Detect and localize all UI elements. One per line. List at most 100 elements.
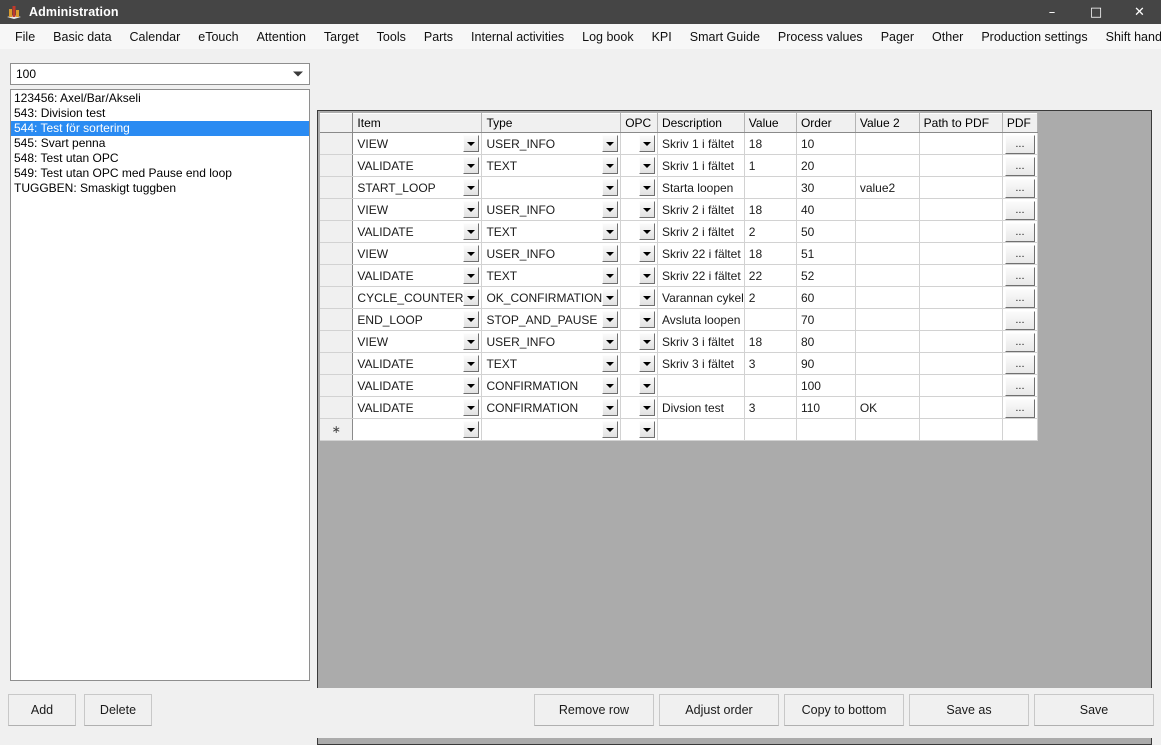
menu-item-pager[interactable]: Pager	[872, 25, 923, 49]
minimize-button[interactable]: –	[1030, 0, 1074, 24]
menu-item-other[interactable]: Other	[923, 25, 972, 49]
cell-value2[interactable]	[855, 132, 920, 155]
cell-value2[interactable]	[855, 308, 920, 331]
cell-opc[interactable]	[620, 330, 658, 353]
row-selector[interactable]	[320, 286, 354, 309]
menu-item-etouch[interactable]: eTouch	[189, 25, 247, 49]
cell-value2[interactable]	[855, 286, 920, 309]
list-item[interactable]: TUGGBEN: Smaskigt tuggben	[11, 181, 309, 196]
cell-item[interactable]: VALIDATE	[352, 154, 483, 177]
row-selector[interactable]	[320, 308, 354, 331]
chevron-down-icon[interactable]	[638, 223, 655, 240]
cell-path_to_pdf[interactable]	[919, 352, 1003, 375]
pdf-browse-button[interactable]: ...	[1004, 376, 1035, 396]
cell-pdf[interactable]: ...	[1002, 176, 1039, 199]
cell-item[interactable]: CYCLE_COUNTER	[352, 286, 483, 309]
adjust-order-button[interactable]: Adjust order	[659, 694, 779, 726]
new-cell-path_to_pdf[interactable]	[919, 418, 1003, 441]
chevron-down-icon[interactable]	[602, 311, 619, 328]
table-row[interactable]: VIEW USER_INFO Skriv 2 i fältet 18 40...	[320, 198, 1039, 221]
chevron-down-icon[interactable]	[638, 179, 655, 196]
row-selector[interactable]	[320, 396, 354, 419]
cell-path_to_pdf[interactable]	[919, 176, 1003, 199]
column-header-description[interactable]: Description	[657, 113, 745, 133]
chevron-down-icon[interactable]	[638, 289, 655, 306]
cell-item[interactable]: VALIDATE	[352, 352, 483, 375]
cell-order[interactable]: 51	[796, 242, 856, 265]
chevron-down-icon[interactable]	[463, 399, 480, 416]
cell-path_to_pdf[interactable]	[919, 154, 1003, 177]
list-item[interactable]: 543: Division test	[11, 106, 309, 121]
cell-opc[interactable]	[620, 374, 658, 397]
menu-item-tools[interactable]: Tools	[368, 25, 415, 49]
cell-description[interactable]: Skriv 1 i fältet	[657, 154, 745, 177]
cell-path_to_pdf[interactable]	[919, 308, 1003, 331]
cell-path_to_pdf[interactable]	[919, 220, 1003, 243]
cell-opc[interactable]	[620, 264, 658, 287]
cell-item[interactable]: START_LOOP	[352, 176, 483, 199]
pdf-browse-button[interactable]: ...	[1004, 332, 1035, 352]
chevron-down-icon[interactable]	[463, 245, 480, 262]
new-cell-item[interactable]	[352, 418, 483, 441]
chevron-down-icon[interactable]	[463, 289, 480, 306]
cell-description[interactable]: Skriv 3 i fältet	[657, 352, 745, 375]
chevron-down-icon[interactable]	[602, 399, 619, 416]
cell-description[interactable]	[657, 374, 745, 397]
cell-opc[interactable]	[620, 308, 658, 331]
chevron-down-icon[interactable]	[638, 377, 655, 394]
cell-value[interactable]: 18	[744, 242, 797, 265]
chevron-down-icon[interactable]	[602, 179, 619, 196]
chevron-down-icon[interactable]	[463, 223, 480, 240]
menu-item-kpi[interactable]: KPI	[643, 25, 681, 49]
cell-pdf[interactable]: ...	[1002, 374, 1039, 397]
cell-value2[interactable]	[855, 154, 920, 177]
cell-description[interactable]: Skriv 3 i fältet	[657, 330, 745, 353]
cell-path_to_pdf[interactable]	[919, 374, 1003, 397]
row-selector[interactable]	[320, 264, 354, 287]
cell-path_to_pdf[interactable]	[919, 132, 1003, 155]
pdf-browse-button[interactable]: ...	[1004, 354, 1035, 374]
menu-item-basic-data[interactable]: Basic data	[44, 25, 120, 49]
cell-value[interactable]: 2	[744, 220, 797, 243]
new-cell-type[interactable]	[481, 418, 622, 441]
column-header-item[interactable]: Item	[352, 113, 483, 133]
column-header-value2[interactable]: Value 2	[855, 113, 920, 133]
cell-item[interactable]: VALIDATE	[352, 264, 483, 287]
cell-order[interactable]: 90	[796, 352, 856, 375]
cell-type[interactable]: OK_CONFIRMATION	[481, 286, 622, 309]
cell-type[interactable]: USER_INFO	[481, 330, 622, 353]
cell-path_to_pdf[interactable]	[919, 242, 1003, 265]
cell-order[interactable]: 100	[796, 374, 856, 397]
row-selector[interactable]	[320, 220, 354, 243]
remove-row-button[interactable]: Remove row	[534, 694, 654, 726]
column-header-type[interactable]: Type	[481, 113, 622, 133]
menu-item-calendar[interactable]: Calendar	[121, 25, 190, 49]
cell-value[interactable]: 22	[744, 264, 797, 287]
new-cell-value2[interactable]	[855, 418, 920, 441]
cell-order[interactable]: 10	[796, 132, 856, 155]
table-row[interactable]: VIEW USER_INFO Skriv 1 i fältet 18 10...	[320, 132, 1039, 155]
pdf-browse-button[interactable]: ...	[1004, 178, 1035, 198]
column-header-opc[interactable]: OPC	[620, 113, 658, 133]
cell-value[interactable]: 18	[744, 132, 797, 155]
save-as-button[interactable]: Save as	[909, 694, 1029, 726]
chevron-down-icon[interactable]	[463, 333, 480, 350]
table-row[interactable]: VALIDATE TEXT Skriv 1 i fältet 1 20...	[320, 154, 1039, 177]
new-row-indicator[interactable]: ∗	[320, 418, 354, 441]
table-row[interactable]: CYCLE_COUNTER OK_CONFIRMATION Varannan cyk…	[320, 286, 1039, 309]
table-row[interactable]: VALIDATE TEXT Skriv 2 i fältet 2 50...	[320, 220, 1039, 243]
cell-description[interactable]: Skriv 22 i fältet	[657, 242, 745, 265]
menu-item-shift-handover[interactable]: Shift handover	[1097, 25, 1161, 49]
table-row[interactable]: START_LOOP Starta loopen 30 value2...	[320, 176, 1039, 199]
chevron-down-icon[interactable]	[638, 421, 655, 438]
chevron-down-icon[interactable]	[463, 421, 480, 438]
pdf-browse-button[interactable]	[1004, 420, 1035, 440]
menu-item-smart-guide[interactable]: Smart Guide	[681, 25, 769, 49]
chevron-down-icon[interactable]	[463, 267, 480, 284]
chevron-down-icon[interactable]	[602, 333, 619, 350]
filter-combobox[interactable]: 100	[10, 63, 310, 85]
cell-type[interactable]: TEXT	[481, 154, 622, 177]
cell-path_to_pdf[interactable]	[919, 396, 1003, 419]
cell-value2[interactable]	[855, 242, 920, 265]
cell-pdf[interactable]: ...	[1002, 308, 1039, 331]
